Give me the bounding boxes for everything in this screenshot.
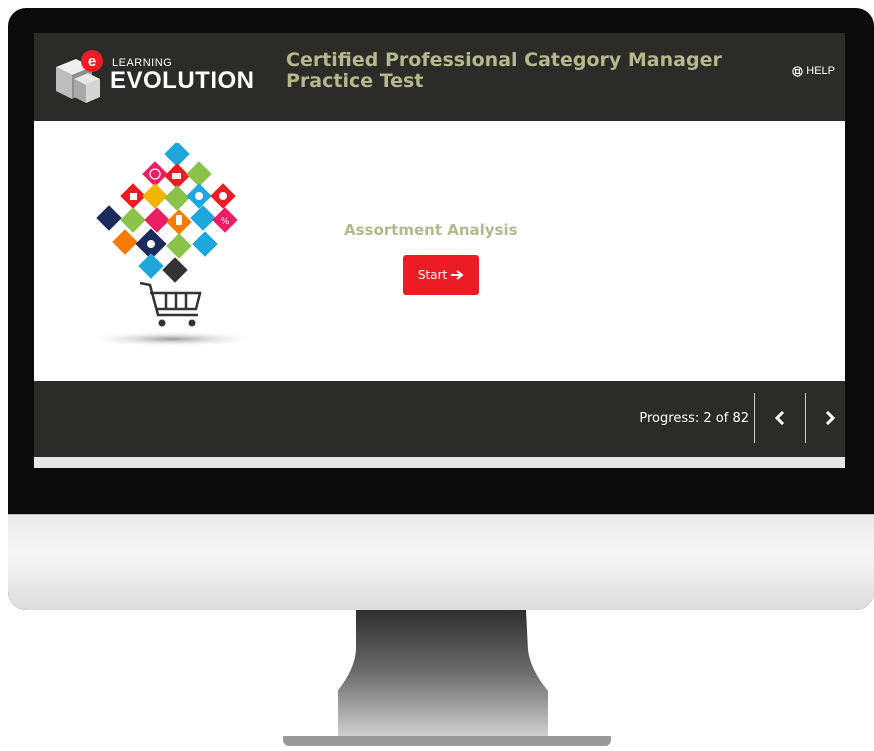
- help-label: HELP: [806, 65, 835, 77]
- learning-evolution-logo: e LEARNING EVOLUTION: [52, 45, 272, 109]
- top-bar: e LEARNING EVOLUTION Certified Professio…: [34, 33, 845, 121]
- svg-text:%: %: [221, 217, 230, 227]
- app-screen: e LEARNING EVOLUTION Certified Professio…: [34, 33, 845, 468]
- help-button[interactable]: HELP: [792, 65, 835, 77]
- nav-divider: [805, 393, 806, 443]
- monitor-stand: [338, 610, 548, 736]
- bottom-bar: Progress: 2 of 82: [34, 381, 845, 457]
- chevron-right-icon: [825, 411, 835, 425]
- page-title: Certified Professional Category Manager …: [286, 49, 722, 92]
- cube-logo-icon: e: [56, 50, 103, 103]
- next-button[interactable]: [815, 403, 845, 433]
- stand-base-edge: [283, 736, 611, 746]
- start-button[interactable]: Start: [403, 255, 479, 295]
- start-label: Start: [417, 268, 448, 282]
- shopping-cart-illustration: %: [86, 143, 260, 347]
- main-content: % Assortment Analysis Start: [34, 121, 845, 381]
- logo-big-text: EVOLUTION: [110, 67, 255, 94]
- lesson-title: Assortment Analysis: [344, 221, 518, 239]
- svg-text:e: e: [88, 53, 96, 70]
- screen-footer-strip: [34, 457, 845, 468]
- chevron-left-icon: [775, 411, 785, 425]
- progress-text: Progress: 2 of 82: [639, 411, 749, 426]
- monitor-chin: [8, 514, 874, 610]
- nav-divider: [754, 393, 755, 443]
- arrow-right-icon: [451, 270, 464, 280]
- previous-button[interactable]: [765, 403, 795, 433]
- lifebuoy-icon: [792, 65, 803, 77]
